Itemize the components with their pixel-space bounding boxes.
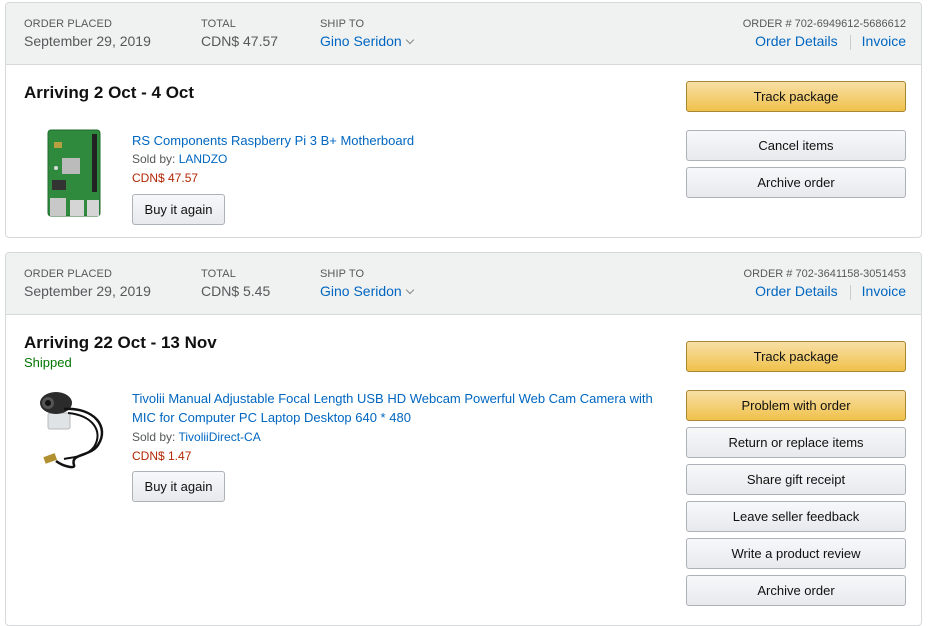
total-value: CDN$ 5.45 — [201, 283, 271, 299]
product-image[interactable] — [34, 387, 118, 474]
seller-link[interactable]: LANDZO — [179, 152, 228, 166]
ship-to-dropdown[interactable]: Gino Seridon — [320, 33, 414, 49]
divider — [849, 34, 851, 50]
order-header: ORDER PLACED September 29, 2019 TOTAL CD… — [6, 3, 921, 65]
order-number: ORDER # 702-3641158-3051453 — [743, 268, 906, 280]
sold-by: Sold by: LANDZO — [132, 152, 227, 166]
order-total: TOTAL CDN$ 5.45 — [201, 268, 270, 299]
arrival-heading: Arriving 22 Oct - 13 Nov — [24, 333, 217, 352]
share-gift-receipt-button[interactable]: Share gift receipt — [686, 464, 906, 495]
item-price: CDN$ 1.47 — [132, 449, 192, 463]
write-review-button[interactable]: Write a product review — [686, 538, 906, 569]
order-card: ORDER PLACED September 29, 2019 TOTAL CD… — [5, 2, 922, 238]
order-header: ORDER PLACED September 29, 2019 TOTAL CD… — [6, 253, 921, 315]
problem-with-order-button[interactable]: Problem with order — [686, 390, 906, 421]
sold-by-label: Sold by: — [132, 430, 176, 444]
ship-to-label: SHIP TO — [320, 268, 365, 280]
product-title-link[interactable]: Tivolii Manual Adjustable Focal Length U… — [132, 389, 672, 427]
product-title-line[interactable]: Tivolii Manual Adjustable Focal Length U… — [132, 389, 672, 408]
chevron-down-icon — [405, 35, 414, 45]
order-card: ORDER PLACED September 29, 2019 TOTAL CD… — [5, 252, 922, 626]
order-number-block: ORDER # 702-3641158-3051453 Order Detail… — [744, 268, 906, 300]
sold-by-label: Sold by: — [132, 152, 176, 166]
cancel-items-button[interactable]: Cancel items — [686, 130, 906, 161]
total-label: TOTAL — [201, 18, 236, 30]
archive-order-button[interactable]: Archive order — [686, 167, 906, 198]
order-placed-date: September 29, 2019 — [24, 33, 151, 49]
invoice-link[interactable]: Invoice — [862, 33, 906, 49]
return-replace-button[interactable]: Return or replace items — [686, 427, 906, 458]
total-value: CDN$ 47.57 — [201, 33, 279, 49]
leave-seller-feedback-button[interactable]: Leave seller feedback — [686, 501, 906, 532]
product-image[interactable] — [42, 128, 106, 223]
track-package-button[interactable]: Track package — [686, 341, 906, 372]
invoice-link[interactable]: Invoice — [862, 283, 906, 299]
order-number-block: ORDER # 702-6949612-5686612 Order Detail… — [743, 18, 906, 50]
ship-to: SHIP TO Gino Seridon — [320, 268, 414, 299]
ship-to-name[interactable]: Gino Seridon — [320, 33, 402, 49]
sold-by: Sold by: TivoliiDirect-CA — [132, 430, 261, 444]
product-title-line[interactable]: MIC for Computer PC Laptop Desktop 640 *… — [132, 408, 672, 427]
ship-to: SHIP TO Gino Seridon — [320, 18, 414, 49]
product-title-link[interactable]: RS Components Raspberry Pi 3 B+ Motherbo… — [132, 131, 672, 150]
buy-it-again-button[interactable]: Buy it again — [132, 471, 225, 502]
order-placed-label: ORDER PLACED — [24, 18, 112, 30]
ship-to-label: SHIP TO — [320, 18, 365, 30]
total-label: TOTAL — [201, 268, 236, 280]
order-details-link[interactable]: Order Details — [755, 33, 837, 49]
item-price: CDN$ 47.57 — [132, 171, 199, 185]
ship-to-name[interactable]: Gino Seridon — [320, 283, 402, 299]
arrival-heading: Arriving 2 Oct - 4 Oct — [24, 83, 195, 102]
order-placed: ORDER PLACED September 29, 2019 — [24, 18, 151, 49]
order-placed: ORDER PLACED September 29, 2019 — [24, 268, 151, 299]
order-placed-date: September 29, 2019 — [24, 283, 151, 299]
order-details-link[interactable]: Order Details — [755, 283, 837, 299]
track-package-button[interactable]: Track package — [686, 81, 906, 112]
order-total: TOTAL CDN$ 47.57 — [201, 18, 278, 49]
chevron-down-icon — [405, 285, 414, 295]
divider — [849, 284, 851, 300]
archive-order-button[interactable]: Archive order — [686, 575, 906, 606]
shipment-status: Shipped — [24, 355, 72, 370]
order-number: ORDER # 702-6949612-5686612 — [742, 18, 906, 30]
order-placed-label: ORDER PLACED — [24, 268, 112, 280]
buy-it-again-button[interactable]: Buy it again — [132, 194, 225, 225]
seller-link[interactable]: TivoliiDirect-CA — [178, 430, 260, 444]
ship-to-dropdown[interactable]: Gino Seridon — [320, 283, 414, 299]
